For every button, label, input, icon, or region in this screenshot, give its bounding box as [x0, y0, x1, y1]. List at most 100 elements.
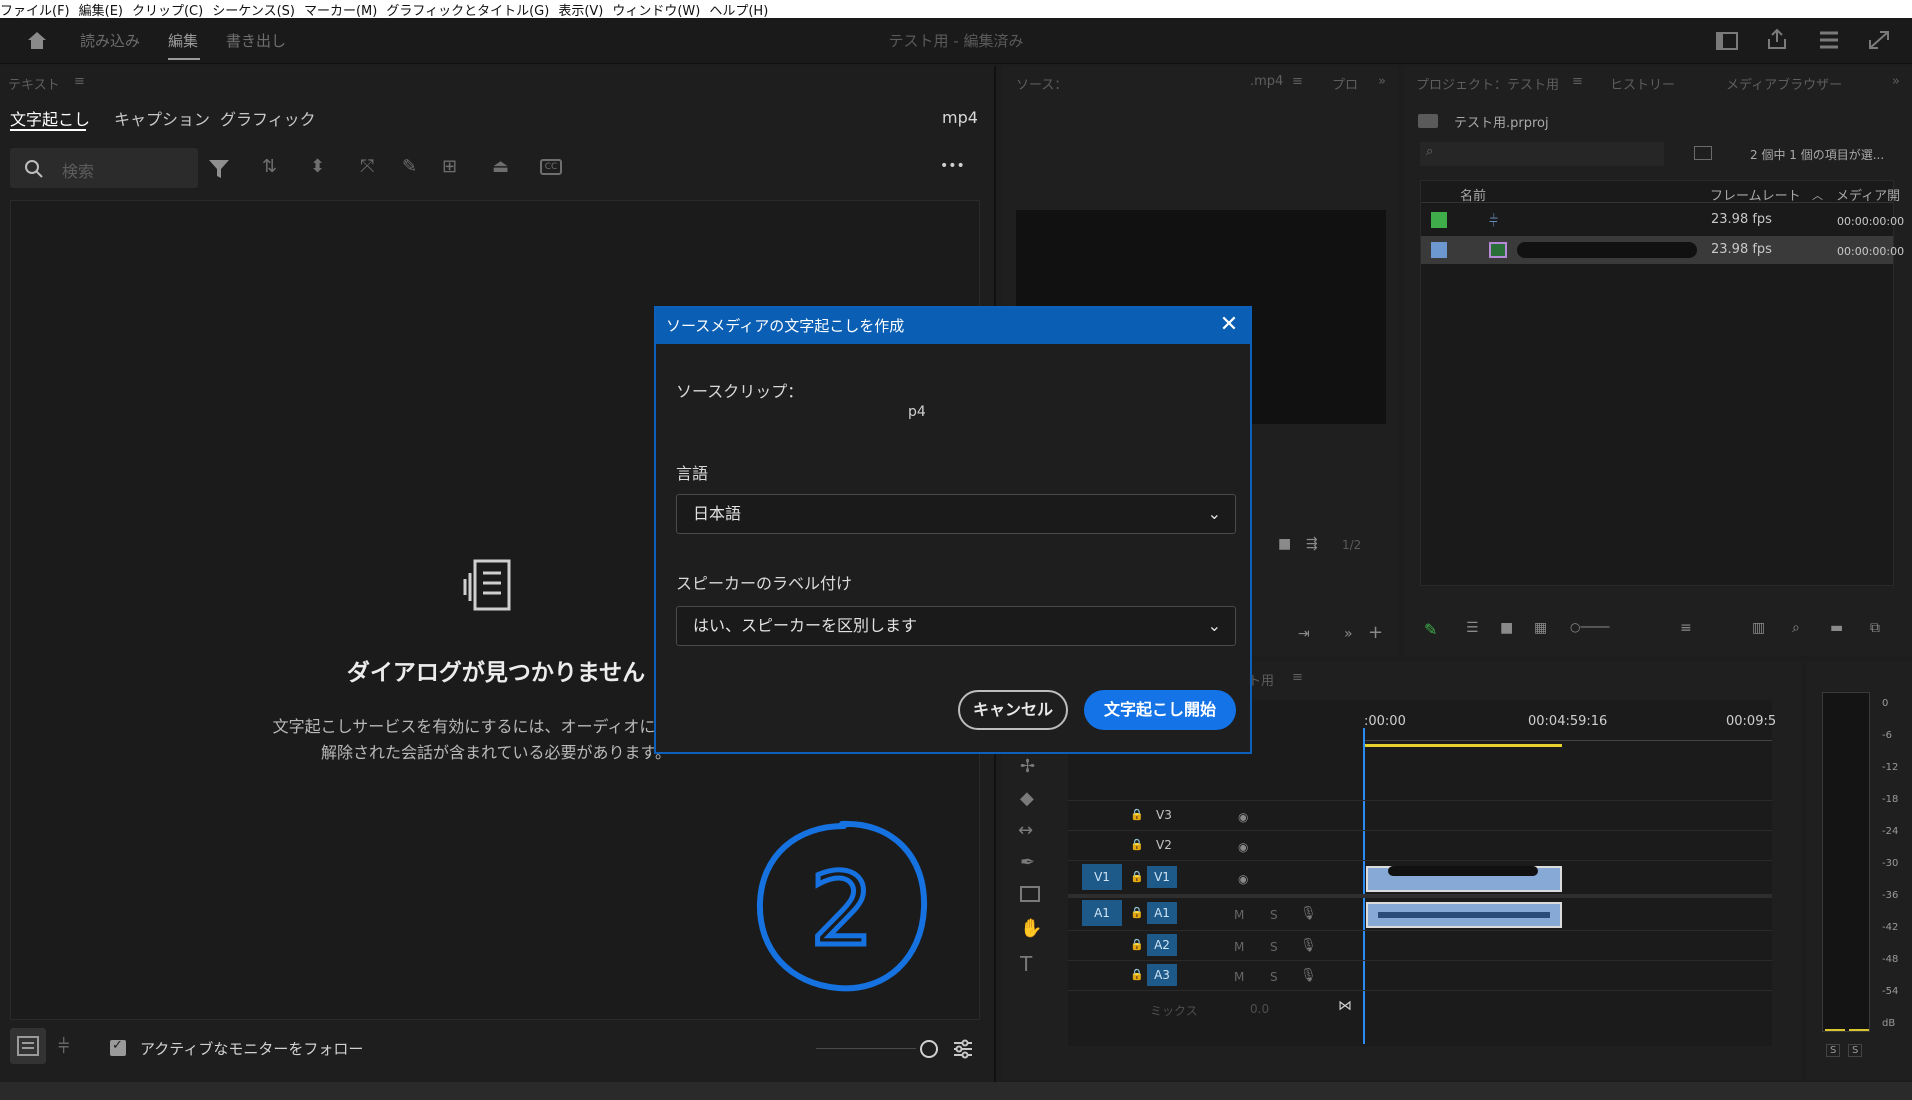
- type-tool-icon[interactable]: T: [1020, 952, 1032, 976]
- zoom-slider-track[interactable]: [816, 1048, 916, 1049]
- step-forward-icon[interactable]: ⇶: [1306, 536, 1318, 552]
- track-a2-target[interactable]: A2: [1147, 934, 1177, 956]
- list-item-selected[interactable]: 23.98 fps 00:00:00:00: [1421, 236, 1904, 264]
- meter-solo-left[interactable]: S: [1826, 1044, 1841, 1057]
- tab-transcript[interactable]: 文字起こし: [10, 106, 90, 130]
- new-bin-icon[interactable]: ▬: [1830, 620, 1843, 636]
- time-ruler[interactable]: [1364, 740, 1772, 741]
- rectangle-tool-icon[interactable]: [1020, 886, 1040, 902]
- menu-marker[interactable]: マーカー(M): [304, 0, 386, 19]
- follow-monitor-checkbox[interactable]: ✓: [110, 1038, 126, 1056]
- panel-layout-icon[interactable]: [1716, 32, 1738, 50]
- tab-program[interactable]: プロ: [1332, 74, 1358, 93]
- menu-help[interactable]: ヘルプ(H): [709, 0, 777, 19]
- language-select[interactable]: 日本語 ⌄: [676, 494, 1236, 534]
- speaker-labeling-select[interactable]: はい、スピーカーを区別します ⌄: [676, 606, 1236, 646]
- lock-icon[interactable]: 🔒: [1130, 808, 1144, 821]
- mute-button[interactable]: M: [1234, 970, 1244, 984]
- track-a1-target[interactable]: A1: [1147, 902, 1177, 924]
- lock-icon[interactable]: 🔒: [1130, 838, 1144, 851]
- bin-icon[interactable]: [1694, 146, 1712, 160]
- tab-history[interactable]: ヒストリー: [1610, 74, 1675, 93]
- solo-button[interactable]: S: [1270, 970, 1278, 984]
- microphone-icon[interactable]: 🎙: [1300, 968, 1317, 983]
- stop-icon[interactable]: ■: [1278, 536, 1291, 552]
- track-v3[interactable]: V3: [1156, 808, 1172, 822]
- pen-icon[interactable]: ✒: [1020, 852, 1035, 873]
- solo-button[interactable]: S: [1270, 908, 1278, 922]
- list-view-icon[interactable]: ☰: [1466, 620, 1479, 636]
- hand-icon[interactable]: ✋: [1020, 918, 1042, 939]
- menu-file[interactable]: ファイル(F): [0, 0, 79, 19]
- menu-graphics[interactable]: グラフィックとタイトル(G): [386, 0, 558, 19]
- menu-clip[interactable]: クリップ(C): [132, 0, 212, 19]
- lock-icon[interactable]: 🔒: [1130, 968, 1144, 981]
- track-v1-target[interactable]: V1: [1147, 866, 1177, 888]
- sequence-view-icon[interactable]: ⫩: [58, 1034, 69, 1058]
- panel-menu-icon[interactable]: ≡: [1292, 670, 1303, 685]
- merge-up-icon[interactable]: ⬍: [310, 156, 325, 177]
- menu-sequence[interactable]: シーケンス(S): [212, 0, 304, 19]
- share-icon[interactable]: [1766, 28, 1788, 50]
- eye-icon[interactable]: ◉: [1238, 840, 1248, 854]
- slip-icon[interactable]: ↔: [1018, 820, 1033, 841]
- playhead[interactable]: [1363, 728, 1365, 1044]
- pencil-icon[interactable]: ✎: [1424, 620, 1437, 639]
- sort-ascending-icon[interactable]: ︿: [1812, 187, 1823, 203]
- add-button-icon[interactable]: +: [1368, 622, 1383, 643]
- freeform-view-icon[interactable]: ▦: [1534, 620, 1547, 636]
- ripple-edit-icon[interactable]: ✢: [1020, 756, 1035, 777]
- start-transcription-button[interactable]: 文字起こし開始: [1084, 690, 1236, 730]
- panel-overflow-icon[interactable]: »: [1378, 74, 1386, 89]
- work-area-bar[interactable]: [1364, 744, 1562, 747]
- fullscreen-icon[interactable]: [1868, 30, 1890, 50]
- menu-edit[interactable]: 編集(E): [79, 0, 132, 19]
- track-a3-target[interactable]: A3: [1147, 964, 1177, 986]
- list-item[interactable]: ⫩ 23.98 fps 00:00:00:00: [1421, 206, 1904, 234]
- mix-value[interactable]: 0.0: [1250, 1002, 1269, 1016]
- zoom-slider-icon[interactable]: ○────: [1570, 620, 1609, 634]
- automate-icon[interactable]: ▥: [1752, 620, 1765, 636]
- audio-clip[interactable]: [1366, 902, 1562, 928]
- search-input[interactable]: 検索: [10, 148, 198, 188]
- microphone-icon[interactable]: 🎙: [1300, 938, 1317, 953]
- lock-icon[interactable]: 🔒: [1130, 906, 1144, 919]
- overflow-icon[interactable]: »: [1344, 626, 1353, 642]
- track-v2[interactable]: V2: [1156, 838, 1172, 852]
- lock-icon[interactable]: 🔒: [1130, 870, 1144, 883]
- new-item-icon[interactable]: ⧉: [1870, 620, 1880, 636]
- merge-down-icon[interactable]: ⤧: [360, 156, 374, 177]
- sort-icon[interactable]: ≡: [1680, 620, 1692, 636]
- lock-icon[interactable]: 🔒: [1130, 938, 1144, 951]
- source-v1-patch[interactable]: V1: [1082, 864, 1122, 890]
- close-icon[interactable]: ✕: [1214, 310, 1244, 340]
- video-clip[interactable]: [1366, 866, 1562, 892]
- panel-overflow-icon[interactable]: »: [1892, 74, 1900, 89]
- pencil-icon[interactable]: ✎: [402, 156, 417, 177]
- menu-view[interactable]: 表示(V): [558, 0, 612, 19]
- tab-graphics[interactable]: グラフィック: [220, 106, 316, 130]
- source-panel-title[interactable]: ソース：: [1016, 74, 1067, 93]
- meter-solo-right[interactable]: S: [1848, 1044, 1863, 1057]
- menu-window[interactable]: ウィンドウ(W): [612, 0, 709, 19]
- source-a1-patch[interactable]: A1: [1082, 900, 1122, 926]
- mute-button[interactable]: M: [1234, 908, 1244, 922]
- menu-lines-icon[interactable]: [1818, 30, 1840, 50]
- tab-media-browser[interactable]: メディアブラウザー: [1726, 74, 1842, 93]
- export-icon[interactable]: ⏏: [492, 156, 509, 177]
- project-search-input[interactable]: ⌕: [1420, 142, 1664, 166]
- cancel-button[interactable]: キャンセル: [958, 690, 1068, 730]
- speaker-icon[interactable]: ⊞: [442, 156, 457, 177]
- cc-icon[interactable]: CC: [540, 159, 562, 175]
- split-icon[interactable]: ⇅: [262, 156, 277, 177]
- filter-icon[interactable]: [208, 158, 230, 180]
- solo-button[interactable]: S: [1270, 940, 1278, 954]
- settings-sliders-icon[interactable]: [952, 1038, 974, 1060]
- zoom-slider-handle[interactable]: [920, 1040, 938, 1058]
- eye-icon[interactable]: ◉: [1238, 810, 1248, 824]
- find-icon[interactable]: ⌕: [1792, 620, 1800, 636]
- panel-menu-icon[interactable]: ≡: [1292, 74, 1303, 89]
- microphone-icon[interactable]: 🎙: [1300, 906, 1317, 921]
- tab-captions[interactable]: キャプション: [114, 106, 210, 130]
- more-options-icon[interactable]: •••: [940, 158, 965, 174]
